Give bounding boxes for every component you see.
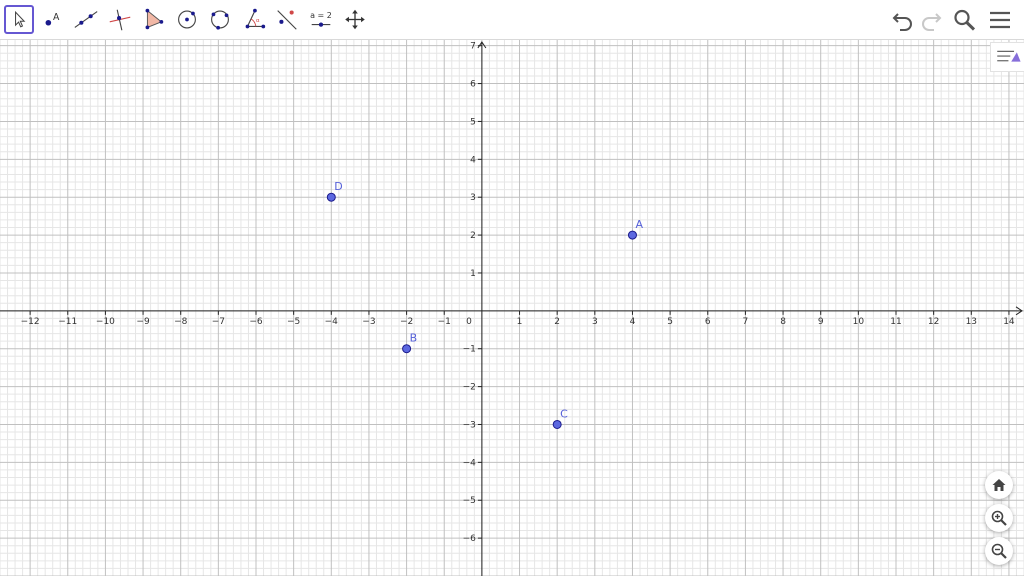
redo-button[interactable] [918,8,944,32]
x-tick-label: −5 [287,317,300,327]
menu-icon [990,11,1010,29]
x-tick-label: 2 [554,317,560,327]
point-icon: A [45,12,60,26]
axes [0,41,1023,576]
tool-angle[interactable]: α [239,5,269,34]
angle-icon: α [245,8,266,29]
reflect-icon [277,10,297,30]
tool-move-graphics-view[interactable] [340,5,370,34]
point-b[interactable] [402,344,412,354]
point-label-b: B [410,332,418,345]
zoom-in-icon [991,510,1007,526]
tool-move[interactable] [4,5,34,34]
y-tick-label: −3 [463,420,476,430]
y-tick-label: 6 [470,80,476,90]
undo-icon [892,13,912,31]
x-tick-label: 11 [890,317,901,327]
y-tick-label: −5 [463,496,476,506]
move-arrows-icon [345,9,365,30]
x-tick-label: −8 [174,317,188,327]
y-tick-label: 5 [470,117,476,127]
zoom-out-button[interactable] [985,537,1013,565]
tool-perpendicular-line[interactable] [105,5,135,34]
y-tick-label: 2 [470,231,476,241]
x-tick-label: −9 [136,317,150,327]
point-label-c: C [560,407,568,420]
y-tick-label: 7 [470,42,476,52]
x-tick-label: −1 [438,317,451,327]
menu-button[interactable] [987,8,1013,32]
line-icon [74,11,98,28]
slider-icon [311,22,331,27]
toolbar: A α a = 2 [0,0,1024,40]
x-tick-label: −6 [249,317,263,327]
y-tick-label: −2 [463,383,476,393]
x-tick-label: −10 [96,317,115,327]
zoom-in-button[interactable] [985,504,1013,532]
x-tick-label: 7 [743,317,749,327]
point-d[interactable] [326,192,336,202]
origin-label: 0 [466,317,472,327]
search-icon [954,9,976,31]
point-label-a: A [635,218,643,231]
x-tick-label: −7 [212,317,225,327]
x-tick-label: 5 [667,317,673,327]
x-tick-label: 4 [630,317,636,327]
point-label-d: D [334,180,342,193]
x-tick-label: 1 [517,317,523,327]
circle-three-points-icon [211,10,229,30]
cursor-arrow-icon [15,10,26,28]
perpendicular-line-icon [109,9,131,31]
home-button[interactable] [985,471,1013,499]
tool-reflect[interactable] [272,5,302,34]
y-tick-label: 1 [470,269,476,279]
y-tick-label: −4 [463,458,477,468]
zoom-out-icon [991,543,1007,559]
y-tick-label: 3 [470,193,476,203]
graphics-view[interactable]: −12 −11 −10 −9 −8 −7 −6 −5 −4 −3 −2 −1 1 2 3 4 5 6 7 8 9 10 11… [0,40,1024,576]
x-tick-label: 3 [592,317,598,327]
tool-polygon[interactable] [138,5,168,34]
x-tick-label: 8 [780,317,786,327]
x-tick-label: −2 [400,317,413,327]
x-tick-label: 14 [1003,317,1015,327]
undo-button[interactable] [890,8,916,32]
tool-circle-center-point[interactable] [172,5,202,34]
y-tick-label: 4 [470,155,476,165]
points[interactable]: A B C D [326,180,643,429]
x-tick-label: −4 [325,317,339,327]
x-tick-label: 10 [853,317,865,327]
tool-slider[interactable]: a = 2 [306,5,336,34]
minor-grid [0,40,1024,576]
redo-icon [922,13,942,31]
x-tick-label: −11 [58,317,77,327]
x-tick-label: 12 [928,317,939,327]
point-c[interactable] [552,419,562,429]
x-tick-label: 13 [966,317,977,327]
style-bar-toggle[interactable] [990,42,1024,72]
svg-text:A: A [53,12,60,23]
y-tick-label: −6 [463,534,477,544]
svg-text:α: α [256,18,260,24]
polygon-icon [145,8,164,30]
search-button[interactable] [952,8,978,32]
x-tick-label: −12 [21,317,40,327]
tool-circle-three-points[interactable] [205,5,235,34]
tool-point[interactable]: A [38,5,68,34]
x-tick-label: 6 [705,317,711,327]
tool-line[interactable] [71,5,101,34]
x-tick-label: 9 [818,317,824,327]
y-tick-label: −1 [463,345,476,355]
point-a[interactable] [627,230,637,240]
home-icon [992,479,1006,491]
x-tick-label: −3 [362,317,375,327]
style-bar-icon [997,50,1021,62]
circle-center-icon [178,10,196,29]
